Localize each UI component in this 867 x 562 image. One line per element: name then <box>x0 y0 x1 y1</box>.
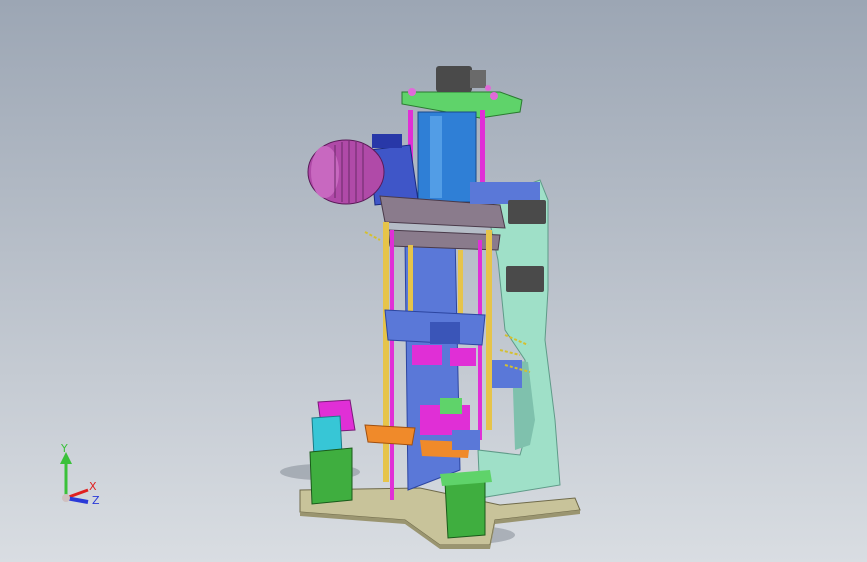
bolt <box>490 92 498 100</box>
orange-block[interactable] <box>364 424 416 446</box>
clamp-right[interactable] <box>450 348 476 366</box>
gearbox-top <box>372 134 402 148</box>
z-axis-label: Z <box>92 494 100 507</box>
top-sensor[interactable] <box>436 66 472 92</box>
middle-crossbar[interactable] <box>387 229 501 251</box>
lower-clamp-green <box>440 398 462 414</box>
sensor-right-lower[interactable] <box>506 266 544 292</box>
lower-clamp-blue <box>452 430 480 450</box>
cylinder-highlight <box>430 116 442 198</box>
sensor-right-upper[interactable] <box>508 200 546 224</box>
x-axis-label: X <box>89 480 97 493</box>
y-axis-label: Y <box>60 442 68 455</box>
green-post-left[interactable] <box>309 447 353 505</box>
guide-rod-right[interactable] <box>486 230 492 430</box>
side-sensor[interactable] <box>492 360 522 388</box>
triad-origin <box>62 494 70 502</box>
clamp-left[interactable] <box>412 345 442 365</box>
top-sensor-cap <box>470 70 486 88</box>
bolt <box>408 88 416 96</box>
green-post-right[interactable] <box>444 477 486 539</box>
push-rod-left[interactable] <box>390 230 394 500</box>
pneumatic-cylinder[interactable] <box>417 111 477 203</box>
coordinate-triad: Y X Z <box>60 442 100 507</box>
mid-fixture-block <box>430 322 460 344</box>
bolt <box>485 85 491 91</box>
cad-viewport[interactable]: Y X Z <box>0 0 867 562</box>
assembly-model[interactable] <box>0 0 867 562</box>
